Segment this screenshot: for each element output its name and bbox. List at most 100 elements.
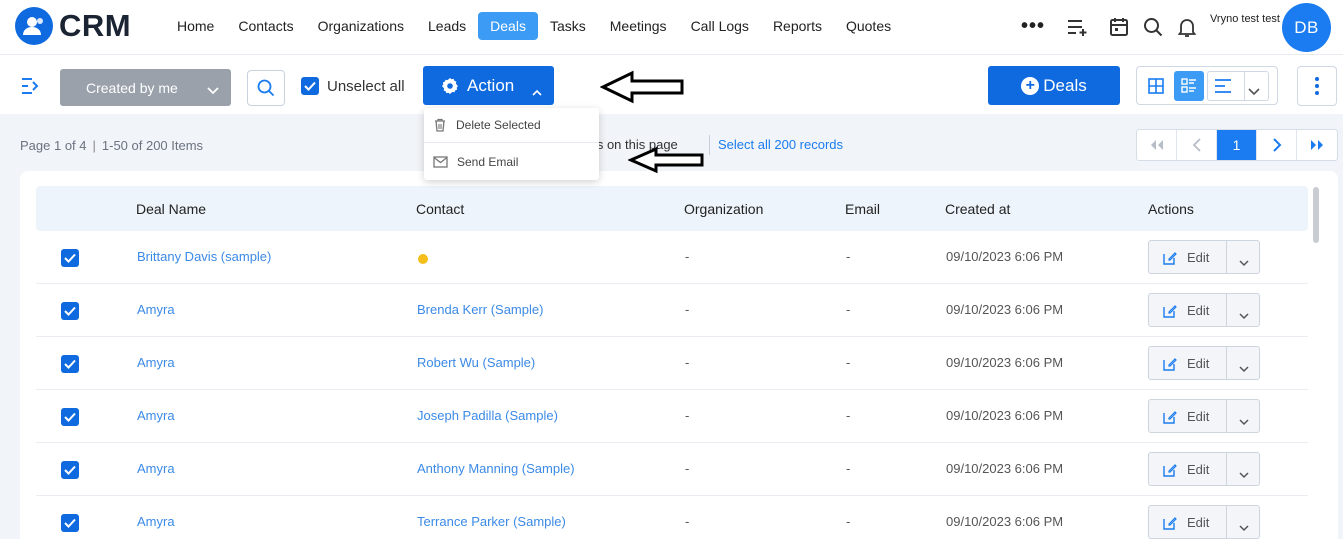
deals-table-card: Deal Name Contact Organization Email Cre… [20, 171, 1338, 539]
view-switcher [1136, 66, 1278, 105]
edit-button[interactable]: Edit [1148, 240, 1260, 274]
edit-button[interactable]: Edit [1148, 452, 1260, 486]
column-header-created-at[interactable]: Created at [945, 201, 1010, 217]
created-by-label: Created by me [86, 79, 178, 96]
calendar-icon[interactable] [1107, 15, 1131, 39]
add-deal-button[interactable]: + Deals [988, 66, 1120, 105]
edit-label: Edit [1187, 409, 1210, 424]
table-row[interactable]: Amyra Terrance Parker (Sample) - - 09/10/202… [36, 496, 1308, 539]
row-checkbox[interactable] [61, 249, 79, 267]
select-all-records-link[interactable]: Select all 200 records [718, 137, 843, 152]
row-checkbox[interactable] [61, 355, 79, 373]
chevron-down-icon [1248, 83, 1260, 101]
first-page-button[interactable] [1137, 130, 1177, 160]
table-row[interactable]: Amyra Joseph Padilla (Sample) - - 09/10/2023… [36, 390, 1308, 443]
deal-name-link[interactable]: Amyra [137, 408, 175, 423]
deal-name-link[interactable]: Amyra [137, 355, 175, 370]
nav-contacts[interactable]: Contacts [226, 12, 305, 40]
kanban-view-selector[interactable] [1207, 70, 1269, 101]
last-page-button[interactable] [1297, 130, 1337, 160]
chevron-right-icon [1272, 138, 1281, 152]
row-checkbox[interactable] [61, 302, 79, 320]
search-button[interactable] [247, 70, 285, 106]
edit-button[interactable]: Edit [1148, 346, 1260, 380]
nav-more-icon[interactable]: ••• [1021, 12, 1045, 40]
edit-label: Edit [1187, 356, 1210, 371]
crm-logo[interactable]: CRM [15, 7, 131, 45]
contact-link[interactable]: Terrance Parker (Sample) [417, 514, 566, 529]
menu-item-send-email[interactable]: Send Email [424, 144, 599, 179]
created-by-filter[interactable]: Created by me [60, 69, 231, 106]
chevron-up-icon [532, 81, 542, 101]
nav-quotes[interactable]: Quotes [834, 12, 903, 40]
search-icon [257, 79, 275, 97]
contact-link[interactable]: Robert Wu (Sample) [417, 355, 535, 370]
nav-call-logs[interactable]: Call Logs [679, 12, 761, 40]
deal-name-link[interactable]: Amyra [137, 514, 175, 529]
row-checkbox[interactable] [61, 408, 79, 426]
unselect-all-toggle[interactable]: Unselect all [301, 77, 405, 95]
table-row[interactable]: Amyra Anthony Manning (Sample) - - 09/10/202… [36, 443, 1308, 496]
table-row[interactable]: Amyra Brenda Kerr (Sample) - - 09/10/2023 6:… [36, 284, 1308, 337]
user-avatar[interactable]: DB [1282, 3, 1331, 52]
deal-name-link[interactable]: Amyra [137, 461, 175, 476]
double-chevron-left-icon [1150, 140, 1163, 150]
table-scrollbar[interactable] [1313, 187, 1319, 243]
edit-icon [1163, 357, 1177, 376]
deal-name-link[interactable]: Amyra [137, 302, 175, 317]
contact-link[interactable]: Brenda Kerr (Sample) [417, 302, 543, 317]
edit-button[interactable]: Edit [1148, 505, 1260, 539]
chevron-down-icon[interactable] [1239, 254, 1249, 272]
nav-organizations[interactable]: Organizations [306, 12, 416, 40]
organization-cell: - [685, 302, 690, 317]
email-cell: - [846, 302, 851, 317]
unselect-all-checkbox[interactable] [301, 77, 319, 95]
search-icon[interactable] [1141, 15, 1165, 39]
chevron-down-icon[interactable] [1239, 360, 1249, 378]
prev-page-button[interactable] [1177, 130, 1217, 160]
contact-link[interactable]: Joseph Padilla (Sample) [417, 408, 558, 423]
column-header-email[interactable]: Email [845, 201, 880, 217]
nav-tasks[interactable]: Tasks [538, 12, 598, 40]
more-options-button[interactable] [1297, 66, 1337, 106]
organization-cell: - [685, 355, 690, 370]
item-range-text: 1-50 of 200 Items [101, 138, 204, 153]
nav-home[interactable]: Home [165, 12, 226, 40]
page-button-current[interactable]: 1 [1217, 130, 1257, 160]
chevron-down-icon[interactable] [1239, 466, 1249, 484]
action-dropdown-menu: Delete Selected Send Email [424, 108, 599, 180]
nav-leads[interactable]: Leads [416, 12, 478, 40]
edit-icon [1163, 251, 1177, 270]
edit-icon [1163, 463, 1177, 482]
divider [709, 135, 710, 155]
edit-button[interactable]: Edit [1148, 399, 1260, 433]
column-header-organization[interactable]: Organization [684, 201, 763, 217]
grid-view-button[interactable] [1141, 71, 1171, 101]
list-view-button[interactable] [1174, 70, 1204, 101]
add-list-icon[interactable] [1065, 15, 1089, 39]
sidebar-toggle-icon[interactable] [20, 77, 42, 100]
table-row[interactable]: Amyra Robert Wu (Sample) - - 09/10/2023 6:06… [36, 337, 1308, 390]
menu-item-delete-selected[interactable]: Delete Selected [424, 108, 599, 143]
chevron-down-icon[interactable] [1239, 519, 1249, 537]
action-button[interactable]: Action [423, 66, 554, 105]
chevron-down-icon[interactable] [1239, 307, 1249, 325]
next-page-button[interactable] [1257, 130, 1297, 160]
row-checkbox[interactable] [61, 461, 79, 479]
row-checkbox[interactable] [61, 514, 79, 532]
user-name[interactable]: Vryno test test [1210, 13, 1280, 25]
nav-deals[interactable]: Deals [478, 12, 538, 40]
table-row[interactable]: Brittany Davis (sample) - - 09/10/2023 6:06… [36, 231, 1308, 284]
column-header-deal-name[interactable]: Deal Name [136, 201, 206, 217]
contact-link[interactable]: Anthony Manning (Sample) [417, 461, 575, 476]
email-cell: - [846, 514, 851, 529]
edit-button[interactable]: Edit [1148, 293, 1260, 327]
bell-icon[interactable] [1175, 15, 1199, 39]
nav-meetings[interactable]: Meetings [598, 12, 679, 40]
delete-selected-label: Delete Selected [456, 118, 541, 132]
page-number-text: Page 1 of 4 [20, 138, 87, 153]
column-header-contact[interactable]: Contact [416, 201, 464, 217]
deal-name-link[interactable]: Brittany Davis (sample) [137, 249, 271, 264]
nav-reports[interactable]: Reports [761, 12, 834, 40]
chevron-down-icon[interactable] [1239, 413, 1249, 431]
